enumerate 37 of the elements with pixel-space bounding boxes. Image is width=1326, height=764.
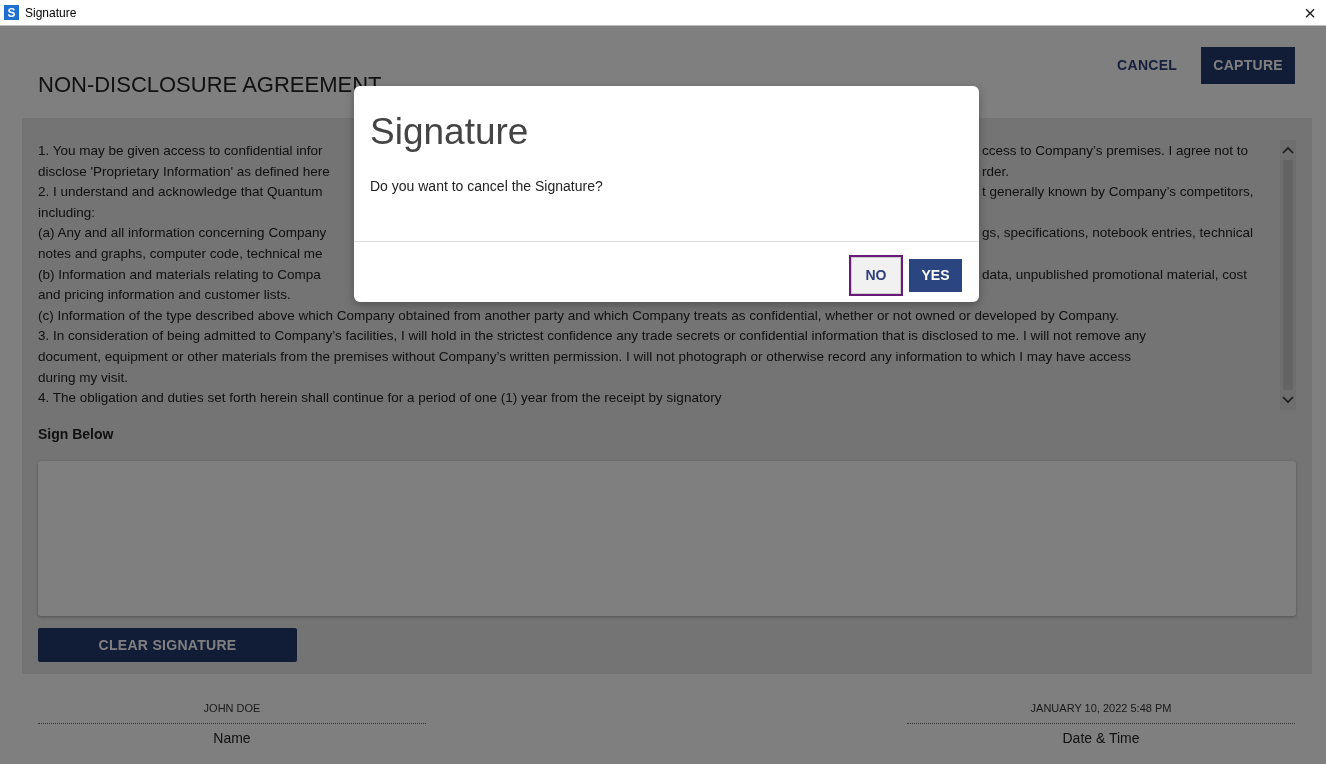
app-icon: S [4, 5, 19, 20]
no-button[interactable]: NO [851, 257, 901, 295]
page-title: NON-DISCLOSURE AGREEMENT [38, 73, 382, 98]
text-line: rder. [982, 162, 1009, 181]
cancel-button[interactable]: CANCEL [1107, 47, 1188, 84]
text-line: including: [38, 204, 96, 220]
text-line: notes and graphs, computer code, technical me [38, 245, 323, 261]
text-line: disclose 'Proprietary Information' as defined here [38, 162, 330, 181]
scroll-down-icon[interactable] [1282, 396, 1294, 404]
text-line: t generally known by Company’s competitors, [982, 183, 1254, 202]
text-line: gs, specifications, notebook entries, technical [982, 224, 1253, 243]
field-value: JANUARY 10, 2022 5:48 PM [907, 700, 1295, 724]
text-line: (b) Information and materials relating to Compa [38, 265, 321, 284]
scrollbar[interactable] [1280, 140, 1296, 410]
text-line: data, unpublished promotional material, cost [982, 265, 1247, 284]
dialog-title: Signature [369, 110, 530, 154]
yes-button[interactable]: YES [909, 259, 962, 293]
sign-label: Sign Below [38, 425, 115, 444]
scroll-up-icon[interactable] [1282, 146, 1294, 154]
text-line: 2. I understand and acknowledge that Quantum [38, 183, 323, 202]
text-line: during my visit. [38, 369, 129, 385]
text-line: (c) Information of the type described above which Company obtained from another party and which Company treats as confidential, whether or not owned or developed by Company. [38, 307, 1120, 323]
text-line: 1. You may be given access to confidential infor [38, 142, 323, 160]
text-line: ccess to Company’s premises. I agree not to [982, 142, 1249, 160]
field-label: Name [212, 728, 252, 748]
window-title: Signature [25, 4, 77, 22]
field-value: JOHN DOE [38, 700, 426, 724]
capture-button[interactable]: CAPTURE [1201, 47, 1295, 84]
dialog-message: Do you want to cancel the Signature? [370, 178, 603, 195]
close-button[interactable]: × [1298, 2, 1322, 23]
clear-signature-button[interactable]: CLEAR SIGNATURE [38, 628, 297, 662]
field-label: Date & Time [1061, 728, 1141, 748]
text-line: (a) Any and all information concerning Company [38, 224, 327, 243]
text-line: and pricing information and customer lists. [38, 287, 291, 303]
text-line: 3. In consideration of being admitted to Company’s facilities, I will hold in the strictest confidence any trade secrets or confidential information that is disclosed to me. I will not remove any [38, 328, 1147, 344]
text-line: document, equipment or other materials from the premises without Company’s written permission. I will not photograph or otherwise record any information to which I may have access [38, 348, 1131, 364]
text-line: 4. The obligation and duties set forth herein shall continue for a period of one (1) year from the receipt by signatory [38, 390, 722, 406]
